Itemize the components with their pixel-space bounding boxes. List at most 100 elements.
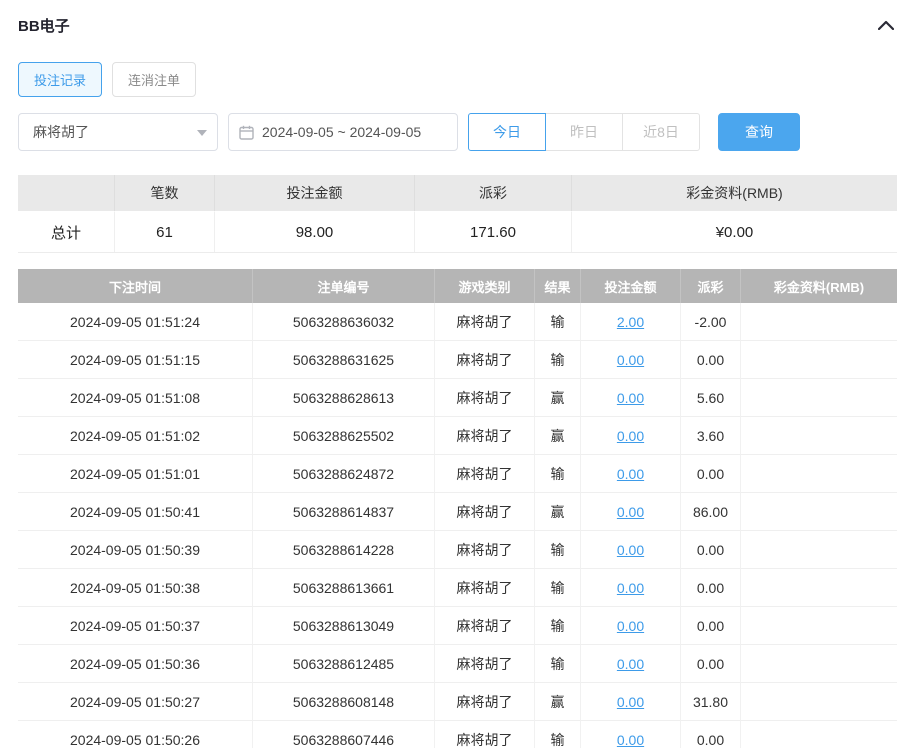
cell-game-type: 麻将胡了: [435, 379, 535, 417]
cell-payout: 0.00: [681, 455, 741, 493]
cell-order-number: 5063288636032: [253, 303, 435, 341]
cell-bonus: [741, 417, 897, 455]
cell-bet-time: 2024-09-05 01:50:37: [18, 607, 253, 645]
table-row: 2024-09-05 01:51:08 5063288628613 麻将胡了 赢…: [18, 379, 897, 417]
cell-game-type: 麻将胡了: [435, 569, 535, 607]
summary-total-row: 总计 61 98.00 171.60 ¥0.00: [18, 211, 897, 252]
summary-header-row: 笔数 投注金额 派彩 彩金资料(RMB): [18, 175, 897, 211]
bet-amount-link[interactable]: 0.00: [617, 504, 644, 520]
table-row: 2024-09-05 01:51:02 5063288625502 麻将胡了 赢…: [18, 417, 897, 455]
header-bonus: 彩金资料(RMB): [741, 269, 897, 303]
yesterday-button[interactable]: 昨日: [545, 113, 623, 151]
chevron-down-icon: [197, 130, 207, 136]
last-8-days-button[interactable]: 近8日: [622, 113, 700, 151]
cell-game-type: 麻将胡了: [435, 721, 535, 748]
bet-amount-link[interactable]: 0.00: [617, 428, 644, 444]
record-tabs: 投注记录 连消注单: [18, 62, 897, 97]
cell-order-number: 5063288628613: [253, 379, 435, 417]
table-row: 2024-09-05 01:50:37 5063288613049 麻将胡了 输…: [18, 607, 897, 645]
cell-order-number: 5063288612485: [253, 645, 435, 683]
cell-bonus: [741, 493, 897, 531]
cell-order-number: 5063288625502: [253, 417, 435, 455]
header-order-number: 注单编号: [253, 269, 435, 303]
cell-bonus: [741, 531, 897, 569]
bet-records-table: 下注时间 注单编号 游戏类别 结果 投注金额 派彩 彩金资料(RMB) 2024…: [18, 269, 897, 748]
cell-result: 输: [535, 721, 581, 748]
calendar-icon: [239, 125, 254, 140]
cell-payout: 31.80: [681, 683, 741, 721]
today-button[interactable]: 今日: [468, 113, 546, 151]
bet-amount-link[interactable]: 0.00: [617, 732, 644, 748]
cell-game-type: 麻将胡了: [435, 607, 535, 645]
cell-payout: 0.00: [681, 645, 741, 683]
date-range-picker[interactable]: 2024-09-05 ~ 2024-09-05: [228, 113, 458, 151]
cell-bet-time: 2024-09-05 01:50:38: [18, 569, 253, 607]
cell-order-number: 5063288631625: [253, 341, 435, 379]
summary-header-count: 笔数: [115, 175, 215, 211]
panel-header: BB电子: [18, 14, 897, 36]
quick-date-buttons: 今日 昨日 近8日: [468, 113, 700, 151]
bet-amount-link[interactable]: 0.00: [617, 694, 644, 710]
cell-bonus: [741, 455, 897, 493]
table-row: 2024-09-05 01:50:39 5063288614228 麻将胡了 输…: [18, 531, 897, 569]
cell-bet-amount: 0.00: [581, 683, 681, 721]
bet-amount-link[interactable]: 2.00: [617, 314, 644, 330]
bet-amount-link[interactable]: 0.00: [617, 580, 644, 596]
cell-bonus: [741, 607, 897, 645]
cell-bonus: [741, 303, 897, 341]
summary-table: 笔数 投注金额 派彩 彩金资料(RMB) 总计 61 98.00 171.60 …: [18, 175, 897, 253]
cell-game-type: 麻将胡了: [435, 455, 535, 493]
query-button[interactable]: 查询: [718, 113, 800, 151]
cell-game-type: 麻将胡了: [435, 493, 535, 531]
header-game-type: 游戏类别: [435, 269, 535, 303]
bet-amount-link[interactable]: 0.00: [617, 656, 644, 672]
cell-bet-amount: 0.00: [581, 531, 681, 569]
table-row: 2024-09-05 01:51:01 5063288624872 麻将胡了 输…: [18, 455, 897, 493]
cell-bet-amount: 0.00: [581, 645, 681, 683]
bet-amount-link[interactable]: 0.00: [617, 542, 644, 558]
cell-bet-time: 2024-09-05 01:51:08: [18, 379, 253, 417]
cell-bet-time: 2024-09-05 01:50:36: [18, 645, 253, 683]
table-row: 2024-09-05 01:50:38 5063288613661 麻将胡了 输…: [18, 569, 897, 607]
cell-bet-time: 2024-09-05 01:50:39: [18, 531, 253, 569]
bet-amount-link[interactable]: 0.00: [617, 390, 644, 406]
collapse-panel-button[interactable]: [875, 14, 897, 36]
cell-result: 输: [535, 341, 581, 379]
cell-payout: 5.60: [681, 379, 741, 417]
cell-bonus: [741, 721, 897, 748]
table-row: 2024-09-05 01:51:24 5063288636032 麻将胡了 输…: [18, 303, 897, 341]
cell-payout: 3.60: [681, 417, 741, 455]
filter-bar: 麻将胡了 2024-09-05 ~ 2024-09-05 今日 昨日 近8日 查…: [18, 113, 897, 151]
cell-bet-amount: 0.00: [581, 569, 681, 607]
cell-result: 输: [535, 569, 581, 607]
cell-order-number: 5063288614837: [253, 493, 435, 531]
cell-bet-amount: 0.00: [581, 607, 681, 645]
cell-bonus: [741, 379, 897, 417]
bet-amount-link[interactable]: 0.00: [617, 352, 644, 368]
bet-amount-link[interactable]: 0.00: [617, 618, 644, 634]
cell-result: 赢: [535, 493, 581, 531]
cell-result: 输: [535, 645, 581, 683]
table-row: 2024-09-05 01:51:15 5063288631625 麻将胡了 输…: [18, 341, 897, 379]
tab-bet-records[interactable]: 投注记录: [18, 62, 102, 97]
header-bet-amount: 投注金额: [581, 269, 681, 303]
bet-table-header: 下注时间 注单编号 游戏类别 结果 投注金额 派彩 彩金资料(RMB): [18, 269, 897, 303]
table-row: 2024-09-05 01:50:36 5063288612485 麻将胡了 输…: [18, 645, 897, 683]
tab-chain-orders[interactable]: 连消注单: [112, 62, 196, 97]
game-select[interactable]: 麻将胡了: [18, 113, 218, 151]
cell-bet-time: 2024-09-05 01:50:27: [18, 683, 253, 721]
summary-header-bonus: 彩金资料(RMB): [572, 175, 897, 211]
bet-table-body: 2024-09-05 01:51:24 5063288636032 麻将胡了 输…: [18, 303, 897, 748]
cell-order-number: 5063288624872: [253, 455, 435, 493]
table-row: 2024-09-05 01:50:26 5063288607446 麻将胡了 输…: [18, 721, 897, 748]
cell-bet-amount: 2.00: [581, 303, 681, 341]
cell-bet-amount: 0.00: [581, 379, 681, 417]
cell-result: 输: [535, 455, 581, 493]
cell-game-type: 麻将胡了: [435, 417, 535, 455]
cell-payout: 0.00: [681, 569, 741, 607]
cell-bet-time: 2024-09-05 01:50:26: [18, 721, 253, 748]
bet-amount-link[interactable]: 0.00: [617, 466, 644, 482]
cell-bet-amount: 0.00: [581, 455, 681, 493]
cell-order-number: 5063288613049: [253, 607, 435, 645]
cell-bet-amount: 0.00: [581, 341, 681, 379]
